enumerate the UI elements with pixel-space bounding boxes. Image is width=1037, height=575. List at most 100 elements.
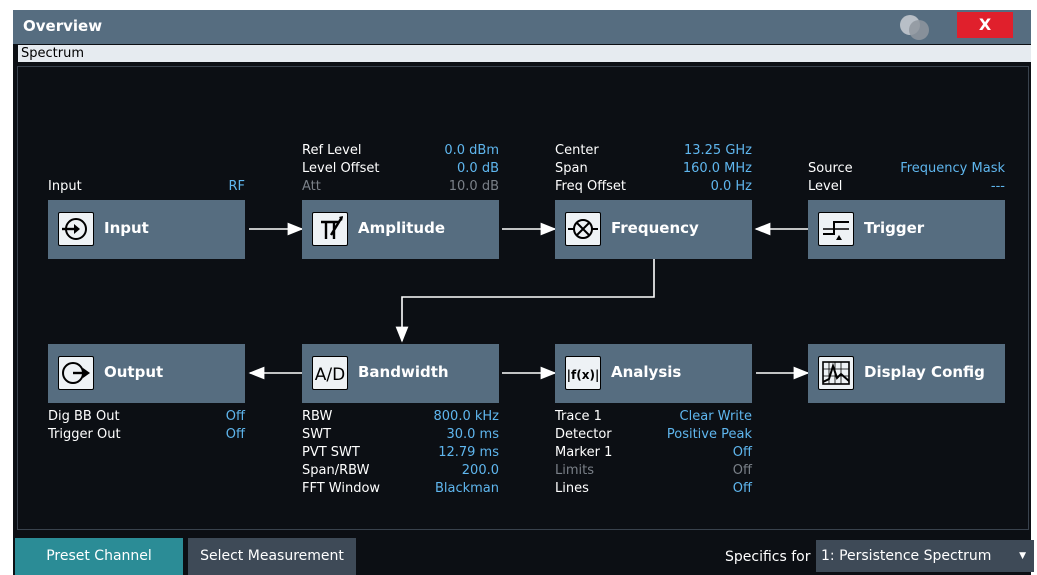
- bandwidth-block[interactable]: A/D Bandwidth: [302, 344, 499, 403]
- info-row[interactable]: Ref Level 0.0 dBm: [302, 142, 499, 160]
- info-key: Trace 1: [555, 409, 602, 424]
- info-row[interactable]: Level Offset 0.0 dB: [302, 160, 499, 178]
- info-value: 10.0 dB: [448, 179, 499, 194]
- info-key: Input: [48, 179, 82, 194]
- info-key: Trigger Out: [48, 427, 121, 442]
- info-value: Off: [225, 427, 245, 442]
- info-row[interactable]: Center 13.25 GHz: [555, 142, 752, 160]
- info-value: Off: [732, 463, 752, 478]
- info-key: Span: [555, 161, 588, 176]
- info-value: 30.0 ms: [446, 427, 499, 442]
- output-icon: [58, 356, 94, 390]
- info-value: 200.0: [461, 463, 499, 478]
- trigger-info: Source Frequency Mask Level ---: [808, 160, 1005, 196]
- analysis-block[interactable]: |f(x)| Analysis: [555, 344, 752, 403]
- info-row[interactable]: Input RF: [48, 178, 245, 196]
- info-row[interactable]: RBW 800.0 kHz: [302, 408, 499, 426]
- close-button[interactable]: X: [957, 12, 1013, 38]
- info-key: Level: [808, 179, 843, 194]
- bottom-bar: Preset Channel Select Measurement Specif…: [13, 532, 1034, 575]
- input-block[interactable]: Input: [48, 200, 245, 259]
- info-key: SWT: [302, 427, 332, 442]
- info-row[interactable]: Dig BB Out Off: [48, 408, 245, 426]
- info-row[interactable]: Marker 1 Off: [555, 444, 752, 462]
- specifics-for-value: 1: Persistence Spectrum: [821, 548, 992, 564]
- info-value: 12.79 ms: [438, 445, 499, 460]
- info-row[interactable]: Level ---: [808, 178, 1005, 196]
- trigger-block-label: Trigger: [864, 219, 925, 237]
- info-value: 0.0 dB: [457, 161, 499, 176]
- analysis-block-label: Analysis: [611, 363, 682, 381]
- info-row[interactable]: Source Frequency Mask: [808, 160, 1005, 178]
- specifics-for-dropdown[interactable]: 1: Persistence Spectrum ▼: [816, 540, 1034, 572]
- info-value: 160.0 MHz: [682, 161, 752, 176]
- output-block[interactable]: Output: [48, 344, 245, 403]
- frequency-mixer-icon: [565, 212, 601, 246]
- function-icon: |f(x)|: [565, 356, 601, 390]
- info-key: Freq Offset: [555, 179, 627, 194]
- window-title: Overview: [23, 17, 103, 35]
- output-block-label: Output: [104, 363, 164, 381]
- frequency-block[interactable]: Frequency: [555, 200, 752, 259]
- info-key: Span/RBW: [302, 463, 370, 478]
- title-bar: Overview X: [13, 10, 1031, 44]
- info-row[interactable]: PVT SWT 12.79 ms: [302, 444, 499, 462]
- info-row[interactable]: Limits Off: [555, 462, 752, 480]
- info-value: 0.0 Hz: [710, 179, 752, 194]
- info-row[interactable]: Freq Offset 0.0 Hz: [555, 178, 752, 196]
- info-key: Center: [555, 143, 599, 158]
- info-value: Off: [732, 481, 752, 496]
- info-row[interactable]: FFT Window Blackman: [302, 480, 499, 498]
- amplitude-block-label: Amplitude: [358, 219, 446, 237]
- info-row[interactable]: Span 160.0 MHz: [555, 160, 752, 178]
- amplitude-icon: [312, 212, 348, 246]
- input-info: Input RF: [48, 178, 245, 196]
- preset-channel-button[interactable]: Preset Channel: [15, 538, 183, 575]
- info-value: 800.0 kHz: [433, 409, 499, 424]
- analysis-info: Trace 1 Clear Write Detector Positive Peak…: [555, 408, 752, 498]
- amplitude-info: Ref Level 0.0 dBm Level Offset 0.0 dB Att 1…: [302, 142, 499, 196]
- info-key: Level Offset: [302, 161, 380, 176]
- signal-flow-arrows: [248, 222, 810, 380]
- info-row[interactable]: Trace 1 Clear Write: [555, 408, 752, 426]
- info-row[interactable]: SWT 30.0 ms: [302, 426, 499, 444]
- amplitude-block[interactable]: Amplitude: [302, 200, 499, 259]
- frequency-block-label: Frequency: [611, 219, 699, 237]
- info-row[interactable]: Span/RBW 200.0: [302, 462, 499, 480]
- info-value: Clear Write: [679, 409, 752, 424]
- info-key: PVT SWT: [302, 445, 360, 460]
- info-value: Positive Peak: [666, 427, 752, 442]
- info-value: Blackman: [434, 481, 499, 496]
- info-key: Ref Level: [302, 143, 362, 158]
- info-value: Off: [225, 409, 245, 424]
- info-row[interactable]: Detector Positive Peak: [555, 426, 752, 444]
- info-key: Marker 1: [555, 445, 613, 460]
- info-key: Source: [808, 161, 853, 176]
- info-row[interactable]: Trigger Out Off: [48, 426, 245, 444]
- info-key: Detector: [555, 427, 612, 442]
- ad-icon-text: A/D: [315, 365, 345, 385]
- info-value: ---: [990, 179, 1005, 194]
- bandwidth-block-label: Bandwidth: [358, 363, 449, 381]
- info-row[interactable]: Lines Off: [555, 480, 752, 498]
- input-block-label: Input: [104, 219, 149, 237]
- info-value: 0.0 dBm: [444, 143, 499, 158]
- info-value: Off: [732, 445, 752, 460]
- channel-label: Spectrum: [18, 45, 1031, 62]
- bandwidth-info: RBW 800.0 kHz SWT 30.0 ms PVT SWT 12.79 ms …: [302, 408, 499, 498]
- function-icon-text: |f(x)|: [567, 368, 600, 382]
- info-row[interactable]: Att 10.0 dB: [302, 178, 499, 196]
- trigger-block[interactable]: Trigger: [808, 200, 1005, 259]
- specifics-for-label: Specifics for: [725, 549, 811, 565]
- overview-panel: Input Amplitude Frequency Trigger Output…: [17, 66, 1029, 530]
- trigger-icon: [818, 212, 854, 246]
- info-key: Dig BB Out: [48, 409, 120, 424]
- info-key: Lines: [555, 481, 589, 496]
- input-icon: [58, 212, 94, 246]
- select-measurement-button[interactable]: Select Measurement: [188, 538, 356, 575]
- display-config-block[interactable]: Display Config: [808, 344, 1005, 403]
- info-value: RF: [228, 179, 245, 194]
- info-key: Limits: [555, 463, 594, 478]
- logo-icon: [898, 13, 932, 41]
- display-config-block-label: Display Config: [864, 363, 985, 381]
